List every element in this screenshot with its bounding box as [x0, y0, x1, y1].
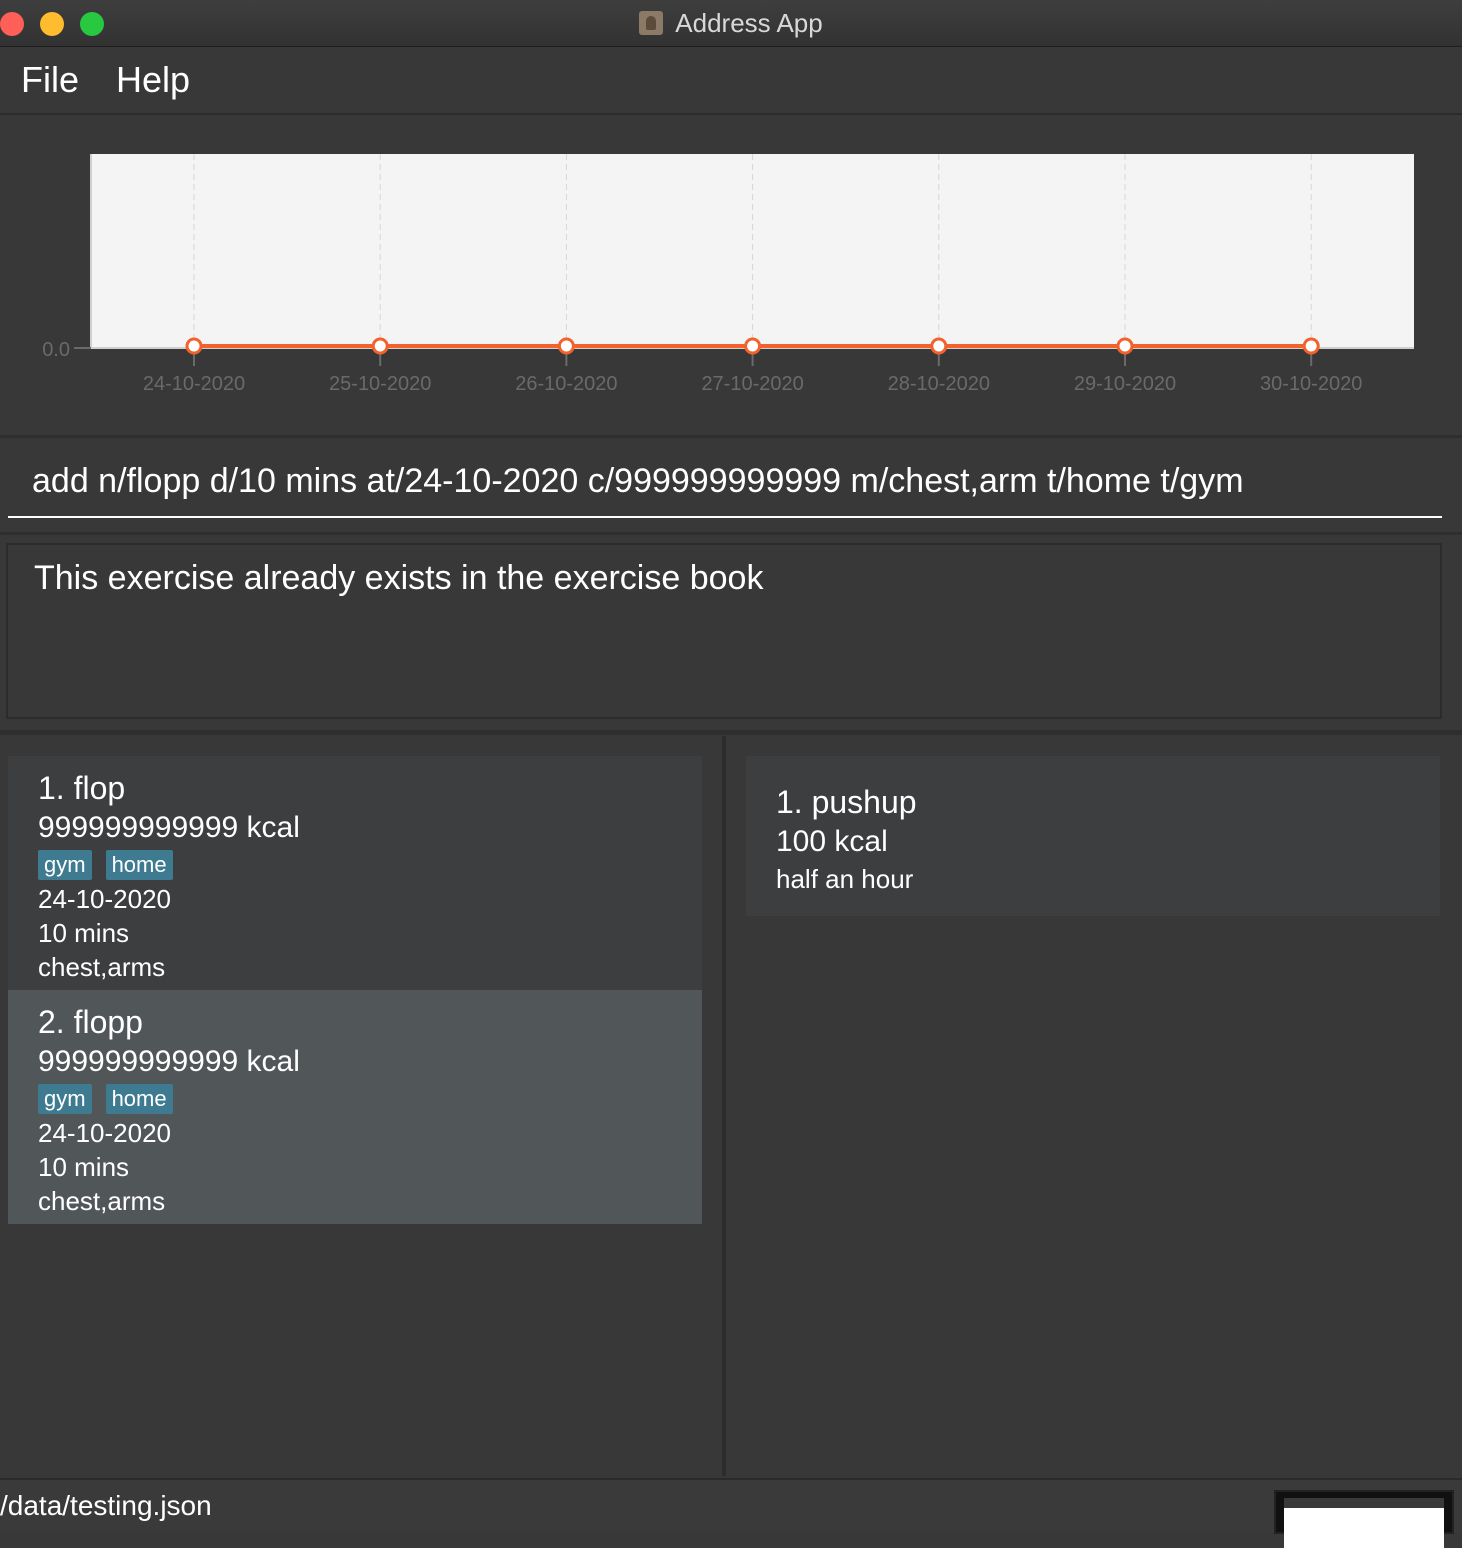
- exercise-date: 24-10-2020: [38, 884, 171, 914]
- data-point[interactable]: [744, 337, 762, 355]
- data-point[interactable]: [371, 337, 389, 355]
- menu-help[interactable]: Help: [116, 59, 190, 101]
- save-location: /data/testing.json: [0, 1490, 212, 1521]
- exercise-duration: 10 mins: [38, 1152, 130, 1182]
- template-name: 1. pushup: [776, 784, 917, 820]
- data-point[interactable]: [1302, 337, 1320, 355]
- exercise-card-selected[interactable]: 2. flopp 999999999999 kcal gym home 24-1…: [8, 990, 702, 1224]
- menu-bar: File Help: [0, 47, 1462, 115]
- exercise-muscles: chest,arms: [38, 1186, 166, 1216]
- calorie-chart-panel: 0.0 24-10-2020 25-10-2020 26-10-2020 27-10-…: [0, 115, 1462, 438]
- app-icon: [639, 11, 664, 35]
- x-tick-label: 25-10-2020: [329, 373, 431, 395]
- tag-list: gym home: [38, 848, 672, 882]
- calorie-line-chart: 0.0 24-10-2020 25-10-2020 26-10-2020 27-10-…: [42, 154, 1414, 395]
- x-tick-label: 29-10-2020: [1074, 373, 1176, 395]
- result-display-panel: This exercise already exists in the exer…: [0, 535, 1462, 735]
- data-point[interactable]: [930, 337, 948, 355]
- exercise-muscles: chest,arms: [38, 952, 166, 982]
- data-point[interactable]: [185, 337, 203, 355]
- x-tick-label: 27-10-2020: [701, 373, 803, 395]
- window-title: Address App: [675, 7, 823, 38]
- template-card[interactable]: 1. pushup 100 kcal half an hour: [746, 756, 1440, 916]
- x-ticks: 24-10-2020 25-10-2020 26-10-2020 27-10-2020…: [143, 348, 1362, 395]
- tag-home: home: [105, 850, 173, 880]
- menu-file[interactable]: File: [21, 59, 79, 101]
- tag-gym: gym: [38, 1084, 92, 1114]
- title-bar: Address App: [0, 0, 1462, 47]
- exercise-list[interactable]: 1. flop 999999999999 kcal gym home 24-10…: [0, 736, 726, 1476]
- exercise-name: 1. flop: [38, 770, 126, 806]
- exercise-name: 2. flopp: [38, 1004, 143, 1040]
- data-point[interactable]: [1116, 337, 1134, 355]
- command-box-panel: [0, 438, 1462, 535]
- exercise-card[interactable]: 1. flop 999999999999 kcal gym home 24-10…: [8, 756, 702, 990]
- window-thumbnail: [1274, 1490, 1454, 1548]
- tag-gym: gym: [38, 850, 92, 880]
- exercise-duration: 10 mins: [38, 918, 130, 948]
- x-tick-label: 28-10-2020: [888, 373, 990, 395]
- result-display: This exercise already exists in the exer…: [6, 543, 1442, 719]
- template-list[interactable]: 1. pushup 100 kcal half an hour: [726, 736, 1462, 1476]
- y-tick-label: 0.0: [42, 339, 70, 361]
- status-bar: /data/testing.json: [0, 1478, 1462, 1548]
- data-point[interactable]: [557, 337, 575, 355]
- tag-list: gym home: [38, 1082, 672, 1116]
- template-duration: half an hour: [776, 864, 914, 894]
- tag-home: home: [105, 1084, 173, 1114]
- x-tick-label: 26-10-2020: [515, 373, 617, 395]
- exercise-calories: 999999999999 kcal: [38, 1045, 300, 1078]
- x-tick-label: 30-10-2020: [1260, 373, 1362, 395]
- result-message: This exercise already exists in the exer…: [34, 559, 764, 597]
- command-input[interactable]: [8, 446, 1442, 518]
- exercise-calories: 999999999999 kcal: [38, 811, 300, 844]
- exercise-date: 24-10-2020: [38, 1118, 171, 1148]
- x-tick-label: 24-10-2020: [143, 373, 245, 395]
- template-calories: 100 kcal: [776, 825, 888, 858]
